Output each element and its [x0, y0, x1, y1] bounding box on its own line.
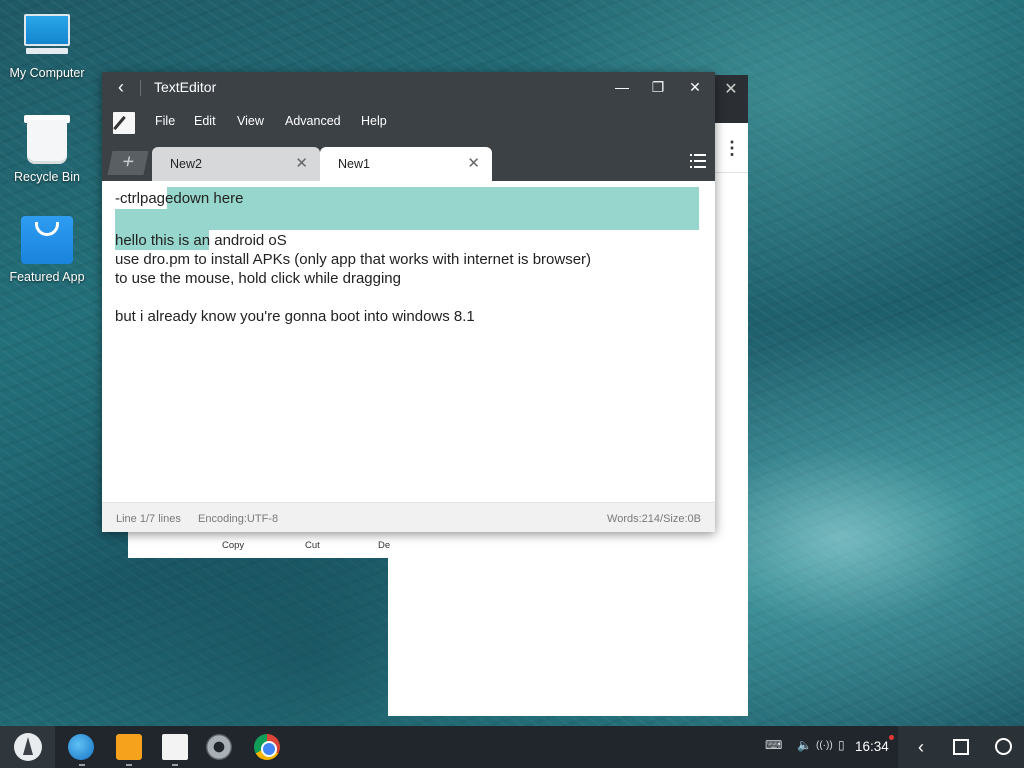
status-word-count: Words:214/Size:0B [607, 513, 701, 525]
close-icon[interactable]: ✕ [714, 75, 748, 123]
browser-globe-icon[interactable] [68, 734, 94, 760]
start-logo-icon [14, 733, 42, 761]
window-title: TextEditor [154, 79, 217, 95]
text-line: -ctrlpagedown here [115, 190, 244, 207]
text-editor-app-icon [113, 112, 135, 134]
recycle-bin-icon [23, 112, 71, 164]
tab-new2[interactable]: New2 ✕ [152, 147, 320, 181]
minimize-icon[interactable]: — [610, 76, 634, 98]
desktop-icon-label: Recycle Bin [14, 170, 80, 184]
menu-bar: File Edit View Advanced Help [102, 103, 715, 141]
selection-highlight [115, 209, 699, 230]
context-delete[interactable]: De [378, 540, 390, 551]
running-indicator [172, 764, 178, 766]
notification-dot [889, 735, 894, 740]
menu-file[interactable]: File [155, 114, 175, 128]
close-icon[interactable]: ✕ [683, 76, 707, 98]
title-bar: ‹ TextEditor — ❐ ✕ [102, 72, 715, 103]
volume-icon[interactable]: 🔈 [797, 738, 812, 752]
tab-close-icon[interactable]: ✕ [295, 154, 308, 172]
desktop-icon-label: My Computer [9, 66, 85, 80]
context-cut[interactable]: Cut [305, 540, 320, 551]
menu-edit[interactable]: Edit [194, 114, 216, 128]
shopping-bag-icon [21, 212, 73, 264]
nav-home-icon[interactable] [995, 738, 1012, 755]
text-editor-window: ‹ TextEditor — ❐ ✕ File Edit View Advanc… [102, 72, 715, 532]
text-editor-icon[interactable] [162, 734, 188, 760]
menu-view[interactable]: View [237, 114, 264, 128]
tab-bar: + New2 ✕ New1 ✕ [102, 141, 715, 181]
desktop-icon-featured-app[interactable]: Featured App [0, 212, 94, 284]
desktop-icon-my-computer[interactable]: My Computer [0, 12, 94, 80]
tab-new1[interactable]: New1 ✕ [320, 147, 492, 181]
nav-back-icon[interactable]: ‹ [910, 736, 932, 758]
navigation-buttons: ‹ [898, 726, 1024, 768]
keyboard-icon[interactable]: ⌨ [765, 738, 782, 752]
text-line: hello this is an android oS [115, 232, 287, 249]
text-line: to use the mouse, hold click while dragg… [115, 270, 401, 287]
taskbar: ⌨ 🔈 ((·)) ▯ 16:34 ‹ [0, 726, 1024, 768]
battery-icon[interactable]: ▯ [838, 738, 845, 752]
nav-recents-icon[interactable] [953, 739, 969, 755]
status-line-count: Line 1/7 lines [116, 513, 181, 525]
back-icon[interactable]: ‹ [110, 76, 132, 98]
desktop-icon-recycle-bin[interactable]: Recycle Bin [0, 112, 94, 184]
tab-list-icon[interactable] [690, 154, 706, 168]
context-copy[interactable]: Copy [222, 540, 244, 551]
maximize-icon[interactable]: ❐ [646, 76, 670, 98]
running-indicator [126, 764, 132, 766]
add-tab-button[interactable]: + [107, 151, 149, 175]
divider [714, 172, 748, 173]
settings-icon[interactable] [206, 734, 232, 760]
menu-advanced[interactable]: Advanced [285, 114, 341, 128]
tab-label: New2 [170, 157, 202, 171]
signal-icon[interactable]: ((·)) [816, 740, 833, 751]
desktop-icon-label: Featured App [9, 270, 85, 284]
chrome-icon[interactable] [254, 734, 280, 760]
menu-help[interactable]: Help [361, 114, 387, 128]
tab-label: New1 [338, 157, 370, 171]
text-line: use dro.pm to install APKs (only app tha… [115, 251, 592, 268]
text-area[interactable]: -ctrlpagedown here hello this is an andr… [102, 181, 715, 502]
file-manager-icon[interactable] [116, 734, 142, 760]
start-menu-button[interactable] [0, 726, 55, 768]
clock[interactable]: 16:34 [855, 739, 889, 754]
running-indicator [79, 764, 85, 766]
computer-icon [22, 12, 72, 60]
more-options-icon[interactable]: ⋮ [722, 138, 742, 158]
divider [140, 80, 141, 96]
text-line: but i already know you're gonna boot int… [115, 308, 475, 325]
status-encoding: Encoding:UTF-8 [198, 513, 279, 525]
status-bar: Line 1/7 lines Encoding:UTF-8 Words:214/… [102, 502, 715, 532]
selection-highlight [167, 187, 699, 209]
tab-close-icon[interactable]: ✕ [467, 154, 480, 172]
